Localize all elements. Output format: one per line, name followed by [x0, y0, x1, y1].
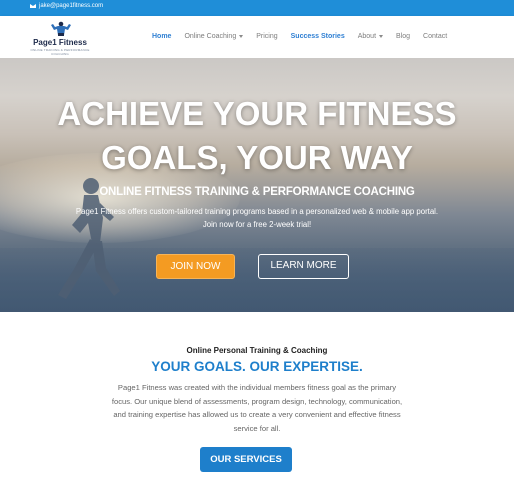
section-title: YOUR GOALS. OUR EXPERTISE.: [151, 359, 363, 374]
nav-about[interactable]: About: [358, 33, 384, 40]
nav-success-stories[interactable]: Success Stories: [291, 33, 345, 40]
nav-blog[interactable]: Blog: [396, 33, 410, 40]
email-text[interactable]: jake@page1fitness.com: [39, 3, 103, 9]
nav-contact[interactable]: Contact: [423, 33, 447, 40]
site-header: Page1 Fitness ONLINE TRAINING & PERFORMA…: [0, 16, 514, 58]
our-services-button[interactable]: OUR SERVICES: [200, 447, 292, 472]
hero-subtitle: ONLINE FITNESS TRAINING & PERFORMANCE CO…: [99, 186, 415, 198]
main-nav: Home Online Coaching Pricing Success Sto…: [152, 33, 460, 40]
flexing-figure-icon: [51, 21, 71, 36]
nav-online-coaching[interactable]: Online Coaching: [184, 33, 244, 40]
hero-title: ACHIEVE YOUR FITNESS GOALS, YOUR WAY: [57, 95, 457, 176]
nav-home[interactable]: Home: [152, 33, 171, 40]
top-bar: jake@page1fitness.com: [0, 0, 514, 16]
chevron-down-icon: [239, 35, 244, 38]
envelope-icon: [30, 4, 36, 8]
join-now-button[interactable]: JOIN NOW: [156, 254, 235, 279]
hero-description: Page1 Fitness offers custom-tailored tra…: [75, 207, 439, 229]
nav-pricing[interactable]: Pricing: [256, 33, 277, 40]
logo-tagline: ONLINE TRAINING & PERFORMANCE COACHING: [30, 48, 90, 56]
contact-email[interactable]: jake@page1fitness.com: [30, 3, 103, 9]
section-kicker: Online Personal Training & Coaching: [186, 346, 328, 355]
chevron-down-icon: [379, 35, 384, 38]
learn-more-button[interactable]: LEARN MORE: [258, 254, 349, 279]
logo-name: Page1 Fitness: [33, 38, 87, 47]
hero-section: ACHIEVE YOUR FITNESS GOALS, YOUR WAY ONL…: [0, 58, 514, 312]
logo[interactable]: Page1 Fitness ONLINE TRAINING & PERFORMA…: [30, 21, 90, 56]
section-paragraph: Page1 Fitness was created with the indiv…: [111, 383, 403, 433]
